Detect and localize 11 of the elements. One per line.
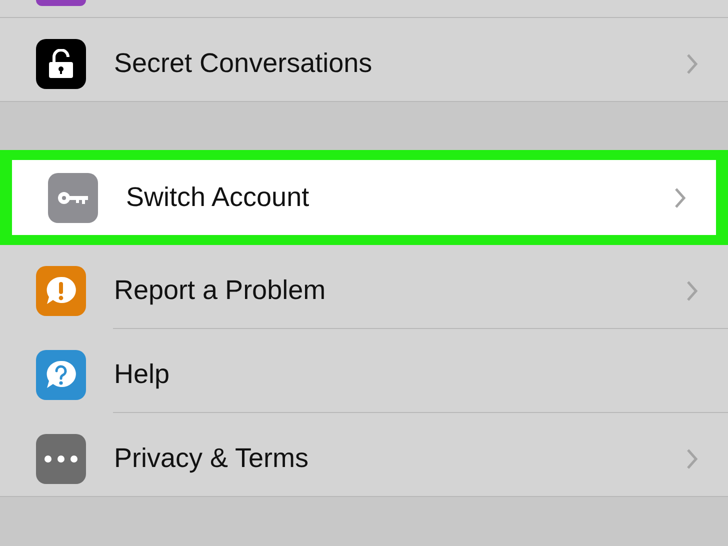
padlock-icon	[48, 48, 74, 78]
exclamation-bubble-icon	[45, 274, 77, 306]
row-label: Secret Conversations	[114, 47, 374, 80]
row-label: Report a Problem	[114, 274, 327, 308]
row-label: Privacy & Terms	[114, 442, 310, 476]
row-label: Switch Account	[126, 181, 310, 214]
row-label: Help	[114, 358, 171, 392]
more-dots-icon	[44, 454, 78, 462]
question-bubble-icon	[45, 358, 77, 390]
key-icon	[57, 190, 89, 206]
settings-row[interactable]: Switch Account	[12, 160, 716, 235]
